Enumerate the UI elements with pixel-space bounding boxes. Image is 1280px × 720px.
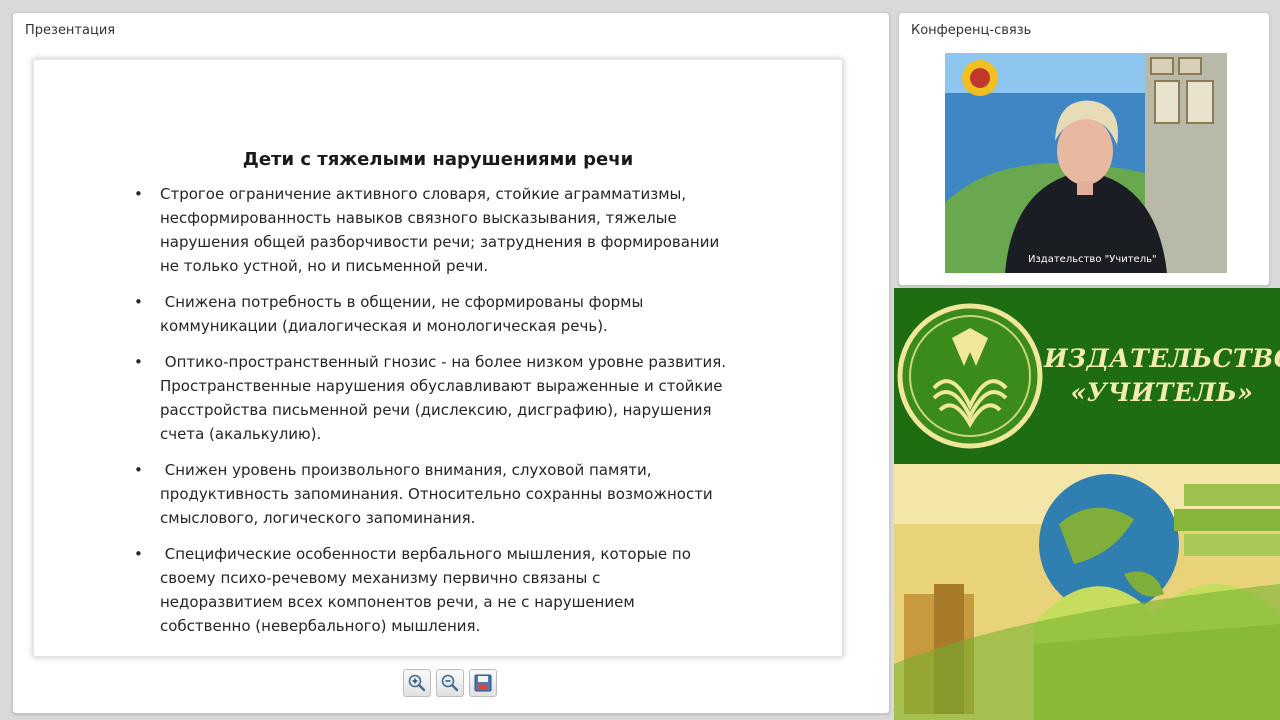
bullet-line: своему психо-речевому механизму первично… bbox=[160, 569, 601, 587]
publisher-banner: ИЗДАТЕЛЬСТВО «УЧИТЕЛЬ» bbox=[894, 288, 1280, 464]
books-globe-image bbox=[894, 464, 1280, 720]
bullet-line: расстройства письменной речи (дислексию,… bbox=[160, 401, 712, 419]
conference-panel: Конференц-связь Издательство "Учитель" bbox=[898, 12, 1270, 286]
zoom-out-icon bbox=[441, 674, 459, 692]
bullet-marker: • bbox=[134, 545, 143, 563]
bullet-line: Снижен уровень произвольного внимания, с… bbox=[160, 461, 652, 479]
bullet-line: собственно (невербального) мышления. bbox=[160, 617, 481, 635]
bullet-marker: • bbox=[134, 461, 143, 479]
publisher-name-line1: ИЗДАТЕЛЬСТВО bbox=[1044, 344, 1280, 373]
bullet-line: Снижена потребность в общении, не сформи… bbox=[160, 293, 644, 311]
publisher-name-line2: «УЧИТЕЛЬ» bbox=[1070, 378, 1254, 407]
slide-bullet-list: • Строгое ограничение активного словаря,… bbox=[130, 182, 780, 650]
slide-bullet-item: • Снижена потребность в общении, не сфор… bbox=[130, 290, 780, 338]
conference-panel-title: Конференц-связь bbox=[911, 23, 1032, 38]
bullet-line: Пространственные нарушения обуславливают… bbox=[160, 377, 723, 395]
slide-bullet-item: • Оптико-пространственный гнозис - на бо… bbox=[130, 350, 780, 446]
bullet-line: не только устной, но и письменной речи. bbox=[160, 257, 489, 275]
webcam-frame-image bbox=[945, 53, 1227, 273]
slide-bullet-item: • Специфические особенности вербального … bbox=[130, 542, 780, 638]
bullet-line: коммуникации (диалогическая и монологиче… bbox=[160, 317, 608, 335]
webcam-video[interactable]: Издательство "Учитель" bbox=[945, 53, 1227, 273]
bullet-line: Специфические особенности вербального мы… bbox=[160, 545, 691, 563]
bullet-line: продуктивность запоминания. Относительно… bbox=[160, 485, 713, 503]
presentation-panel-title: Презентация bbox=[25, 23, 116, 38]
video-caption: Издательство "Учитель" bbox=[1025, 253, 1160, 266]
slide-bullet-item: • Снижен уровень произвольного внимания,… bbox=[130, 458, 780, 530]
bullet-line: Оптико-пространственный гнозис - на боле… bbox=[160, 353, 726, 371]
bullet-marker: • bbox=[134, 353, 143, 371]
books-globe-illustration bbox=[894, 464, 1280, 720]
presentation-panel: Презентация Дети с тяжелыми нарушениями … bbox=[12, 12, 890, 714]
bullet-marker: • bbox=[134, 185, 143, 203]
floppy-disk-icon bbox=[474, 674, 492, 692]
slide-heading: Дети с тяжелыми нарушениями речи bbox=[242, 149, 634, 170]
bullet-line: Строгое ограничение активного словаря, с… bbox=[160, 185, 687, 203]
zoom-in-icon bbox=[408, 674, 426, 692]
bullet-line: счета (акалькулию). bbox=[160, 425, 322, 443]
save-button[interactable] bbox=[469, 669, 497, 697]
zoom-out-button[interactable] bbox=[436, 669, 464, 697]
publisher-logo-icon bbox=[897, 303, 1043, 449]
bullet-line: смыслового, логического запоминания. bbox=[160, 509, 476, 527]
bullet-line: нарушения общей разборчивости речи; затр… bbox=[160, 233, 720, 251]
zoom-in-button[interactable] bbox=[403, 669, 431, 697]
bullet-line: несформированность навыков связного выск… bbox=[160, 209, 677, 227]
slide-bullet-item: • Строгое ограничение активного словаря,… bbox=[130, 182, 780, 278]
bullet-line: недоразвитием всех компонентов речи, а н… bbox=[160, 593, 635, 611]
presentation-slide: Дети с тяжелыми нарушениями речи • Строг… bbox=[33, 59, 843, 657]
bullet-marker: • bbox=[134, 293, 143, 311]
